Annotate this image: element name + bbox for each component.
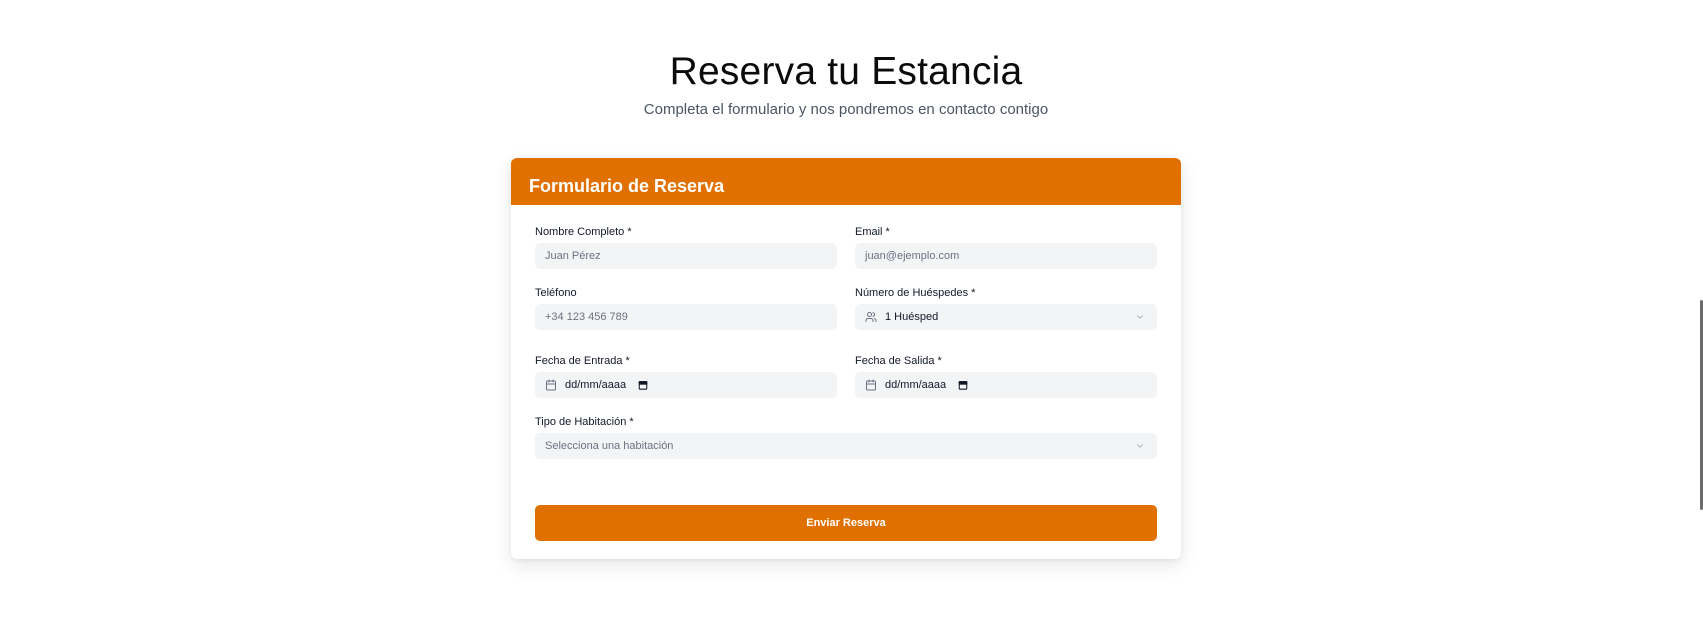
- users-icon: [865, 312, 877, 322]
- email-placeholder: juan@ejemplo.com: [865, 250, 960, 262]
- room-type-placeholder: Selecciona una habitación: [545, 440, 674, 452]
- submit-reservation-button[interactable]: Enviar Reserva: [535, 505, 1157, 541]
- checkout-label: Fecha de Salida *: [855, 355, 942, 367]
- guests-select[interactable]: 1 Huésped: [855, 304, 1157, 330]
- chevron-down-icon: [1137, 315, 1143, 319]
- reservation-form-card: Formulario de Reserva Nombre Completo * …: [511, 158, 1181, 559]
- name-label: Nombre Completo *: [535, 226, 632, 238]
- checkout-date-value: dd/mm/aaaa: [885, 379, 947, 391]
- phone-label: Teléfono: [535, 287, 577, 299]
- chevron-down-icon: [1137, 444, 1143, 448]
- form-title: Formulario de Reserva: [529, 176, 725, 196]
- guests-value: 1 Huésped: [885, 311, 939, 323]
- date-picker-icon[interactable]: [638, 380, 648, 390]
- page-subtitle: Completa el formulario y nos pondremos e…: [643, 101, 1049, 118]
- page: Reserva tu Estancia Completa el formular…: [0, 0, 1703, 617]
- checkin-date-input[interactable]: dd/mm/aaaa: [535, 372, 837, 398]
- room-type-label: Tipo de Habitación *: [535, 416, 634, 428]
- form-header: Formulario de Reserva: [511, 158, 1181, 205]
- checkout-date-input[interactable]: dd/mm/aaaa: [855, 372, 1157, 398]
- guests-label: Número de Huéspedes *: [855, 287, 976, 299]
- page-title: Reserva tu Estancia: [669, 50, 1023, 93]
- phone-placeholder: +34 123 456 789: [545, 311, 628, 323]
- calendar-icon: [546, 379, 556, 391]
- date-picker-icon[interactable]: [958, 380, 968, 390]
- name-input[interactable]: Juan Pérez: [535, 243, 837, 269]
- name-placeholder: Juan Pérez: [545, 250, 601, 262]
- email-input[interactable]: juan@ejemplo.com: [855, 243, 1157, 269]
- checkin-date-value: dd/mm/aaaa: [565, 379, 627, 391]
- phone-input[interactable]: +34 123 456 789: [535, 304, 837, 330]
- email-label: Email *: [855, 226, 890, 238]
- checkin-label: Fecha de Entrada *: [535, 355, 630, 367]
- calendar-icon: [866, 379, 876, 391]
- room-type-select[interactable]: Selecciona una habitación: [535, 433, 1157, 459]
